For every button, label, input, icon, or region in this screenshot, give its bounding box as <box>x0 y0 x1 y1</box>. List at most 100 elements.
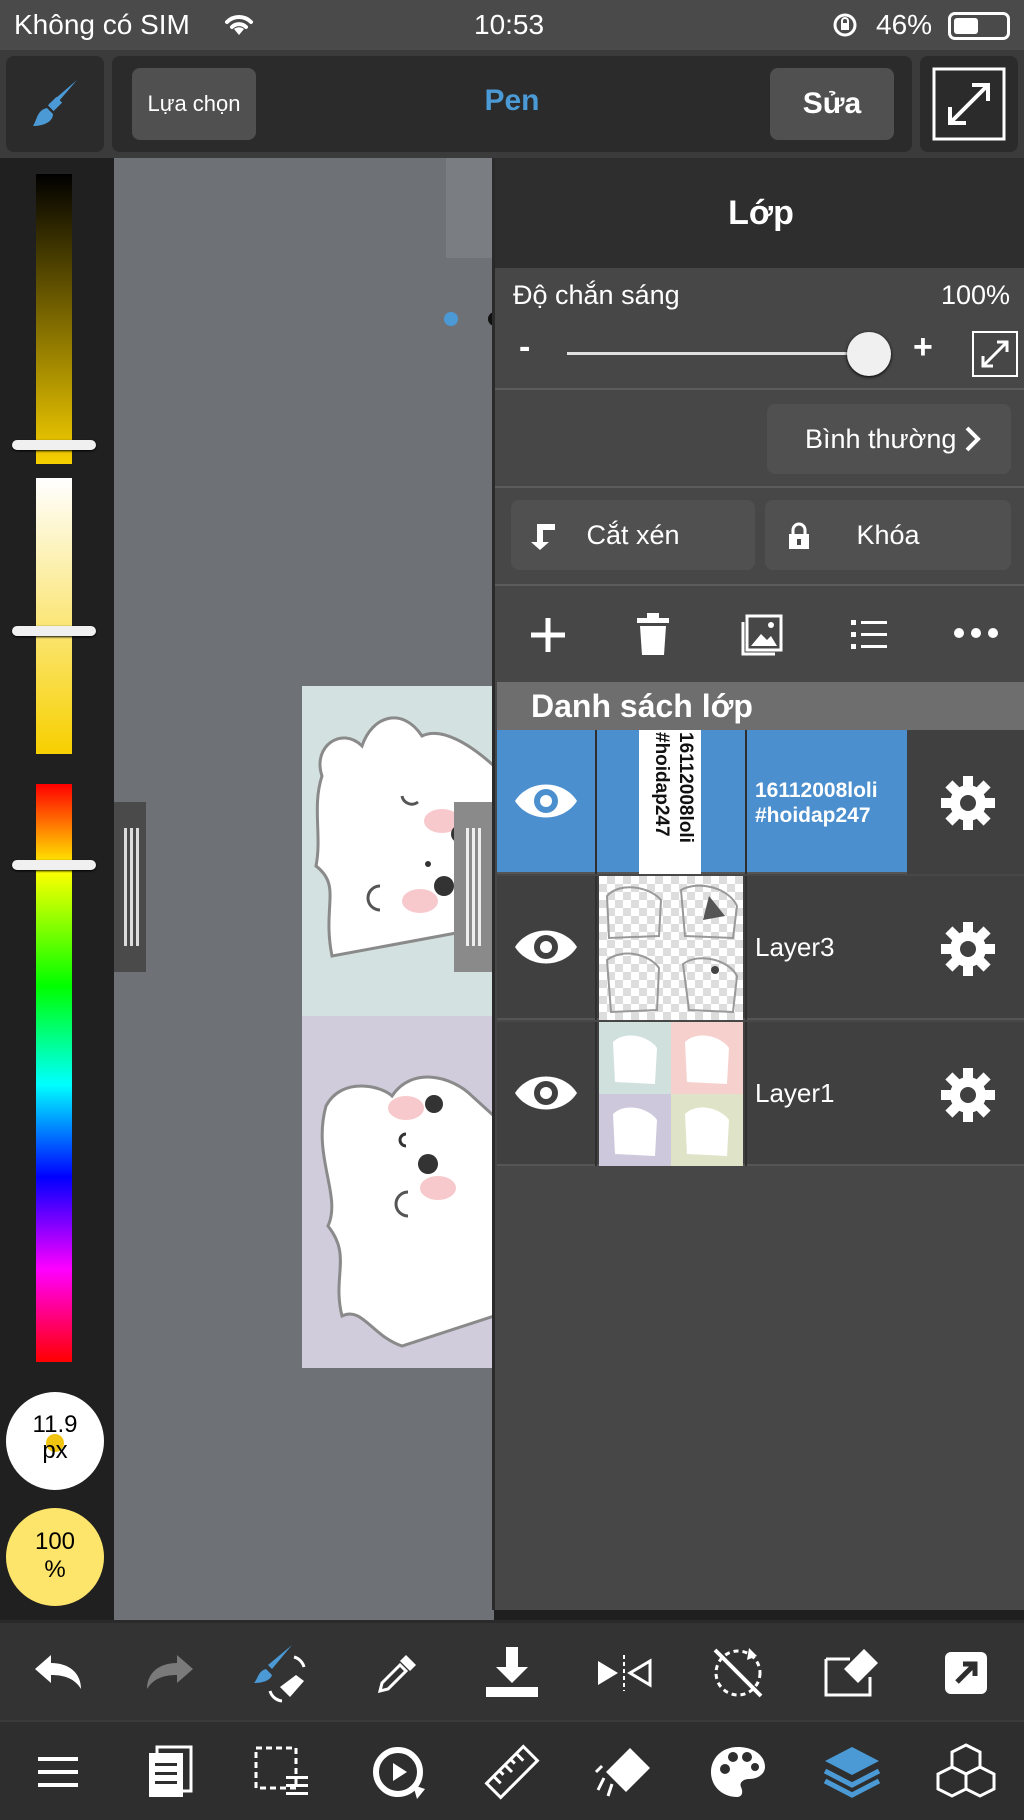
thumbnail-art <box>599 1022 743 1166</box>
expand-icon <box>932 67 1006 141</box>
page-indicator-dot <box>444 312 458 326</box>
blend-mode-button[interactable]: Bình thường <box>767 404 1011 474</box>
artwork-panel-bottom <box>302 1016 494 1368</box>
canvas-edge <box>446 158 494 258</box>
opacity-decrease-button[interactable]: - <box>519 328 530 367</box>
brush-opacity-button[interactable]: 100 % <box>6 1508 104 1606</box>
clock: 10:53 <box>474 9 545 40</box>
eye-icon[interactable] <box>513 776 579 826</box>
brush-icon <box>33 80 77 126</box>
layer-thumbnail: 16112008loli #hoidap247 <box>639 730 701 874</box>
gear-icon[interactable] <box>941 1068 995 1122</box>
layer-panel-title: Lớp <box>495 158 1024 268</box>
hue-knob[interactable] <box>12 860 96 870</box>
layer-name: Layer1 <box>755 1078 835 1108</box>
fill-tool-button[interactable] <box>592 1740 656 1804</box>
pages-button[interactable] <box>138 1740 202 1804</box>
eyedropper-button[interactable] <box>366 1641 430 1705</box>
selection-menu-button[interactable] <box>250 1740 314 1804</box>
opacity-label: Độ chắn sáng <box>513 280 680 310</box>
layer-thumbnail <box>599 876 743 1020</box>
color-palette-button[interactable] <box>706 1740 770 1804</box>
layer-name: Layer3 <box>755 932 835 962</box>
lock-button[interactable]: Khóa <box>765 500 1011 570</box>
layer-row[interactable]: Layer3 <box>497 876 1024 1020</box>
edit-canvas-button[interactable] <box>820 1641 884 1705</box>
brush-tool-button[interactable] <box>6 56 104 152</box>
opacity-slider-track[interactable] <box>567 352 875 355</box>
clipping-button[interactable]: Cắt xén <box>511 500 755 570</box>
edit-button[interactable]: Sửa <box>770 68 894 140</box>
layer-row[interactable]: Layer1 <box>497 1022 1024 1166</box>
share-button[interactable] <box>934 1641 998 1705</box>
left-drawer-handle[interactable] <box>114 802 146 972</box>
brush-size-button[interactable]: 11.9 px <box>6 1392 104 1490</box>
opacity-slider-thumb[interactable] <box>847 332 891 376</box>
lock-label: Khóa <box>856 519 920 550</box>
rotate-reset-button[interactable] <box>706 1641 770 1705</box>
clipping-label: Cắt xén <box>586 519 680 550</box>
more-options-icon[interactable] <box>953 626 999 640</box>
selection-icon <box>254 1746 308 1795</box>
brush-transform-button[interactable] <box>250 1641 314 1705</box>
save-button[interactable] <box>480 1641 544 1705</box>
chevron-right-icon <box>965 426 982 452</box>
gear-icon[interactable] <box>941 922 995 976</box>
wifi-icon <box>225 15 253 35</box>
brightness-slider[interactable] <box>36 174 72 464</box>
brightness-knob[interactable] <box>12 440 96 450</box>
layers-icon <box>823 1747 881 1798</box>
transform-button[interactable] <box>366 1740 430 1804</box>
lock-icon <box>789 522 809 549</box>
blend-mode-label: Bình thường <box>805 423 957 454</box>
flip-button[interactable] <box>592 1641 656 1705</box>
gear-icon[interactable] <box>941 776 995 830</box>
brush-opacity-value: 100 <box>34 1528 76 1555</box>
materials-button[interactable] <box>934 1740 998 1804</box>
eye-icon[interactable] <box>513 922 579 972</box>
thumbnail-art <box>605 884 739 1014</box>
brush-size-unit: px <box>42 1437 68 1464</box>
opacity-value: 100% <box>940 280 1010 310</box>
delete-layer-icon[interactable] <box>635 612 671 656</box>
layer-settings-cell <box>907 730 1024 874</box>
menu-button[interactable] <box>26 1740 90 1804</box>
undo-button[interactable] <box>26 1641 90 1705</box>
layer-name-line: 16112008loli <box>755 779 878 802</box>
ruler-icon <box>484 1744 540 1800</box>
hue-slider[interactable] <box>36 784 72 1362</box>
ruler-button[interactable] <box>480 1740 544 1804</box>
eraser-edit-icon <box>824 1649 878 1697</box>
brush-opacity-unit: % <box>44 1556 66 1583</box>
color-sidebar: 11.9 px 100 % <box>0 158 114 1620</box>
battery-icon <box>948 12 1010 40</box>
top-toolbar: Lựa chọn Pen Sửa <box>0 50 1024 158</box>
carrier-label: Không có SIM <box>14 9 190 40</box>
right-drawer-handle[interactable] <box>454 802 494 972</box>
layer-thumbnail <box>599 1022 743 1166</box>
layer-list-icon[interactable] <box>851 618 887 652</box>
eyedropper-icon <box>377 1655 416 1694</box>
rotate-off-icon <box>713 1648 763 1698</box>
opacity-increase-button[interactable]: + <box>913 328 933 367</box>
saturation-slider[interactable] <box>36 478 72 754</box>
layers-button[interactable] <box>820 1740 884 1804</box>
flip-horizontal-icon <box>598 1655 652 1691</box>
expand-icon[interactable] <box>971 330 1019 378</box>
thumbnail-text: #hoidap247 <box>651 732 672 837</box>
saturation-knob[interactable] <box>12 626 96 636</box>
canvas-area[interactable] <box>114 158 502 1620</box>
layer-name-line: #hoidap247 <box>755 804 871 827</box>
fullscreen-button[interactable] <box>920 56 1018 152</box>
redo-button[interactable] <box>138 1641 202 1705</box>
eye-icon[interactable] <box>513 1068 579 1118</box>
layer-name: 16112008loli #hoidap247 <box>755 778 878 828</box>
share-icon <box>945 1652 987 1694</box>
add-layer-icon[interactable] <box>527 614 569 656</box>
layer-row[interactable]: 16112008loli #hoidap247 16112008loli #ho… <box>497 730 1024 874</box>
brush-size-value: 11.9 <box>32 1411 78 1438</box>
rotation-lock-icon <box>833 13 857 37</box>
undo-icon <box>35 1655 81 1689</box>
image-layer-icon[interactable] <box>741 614 783 656</box>
thumbnail-text: 16112008loli <box>675 732 696 843</box>
